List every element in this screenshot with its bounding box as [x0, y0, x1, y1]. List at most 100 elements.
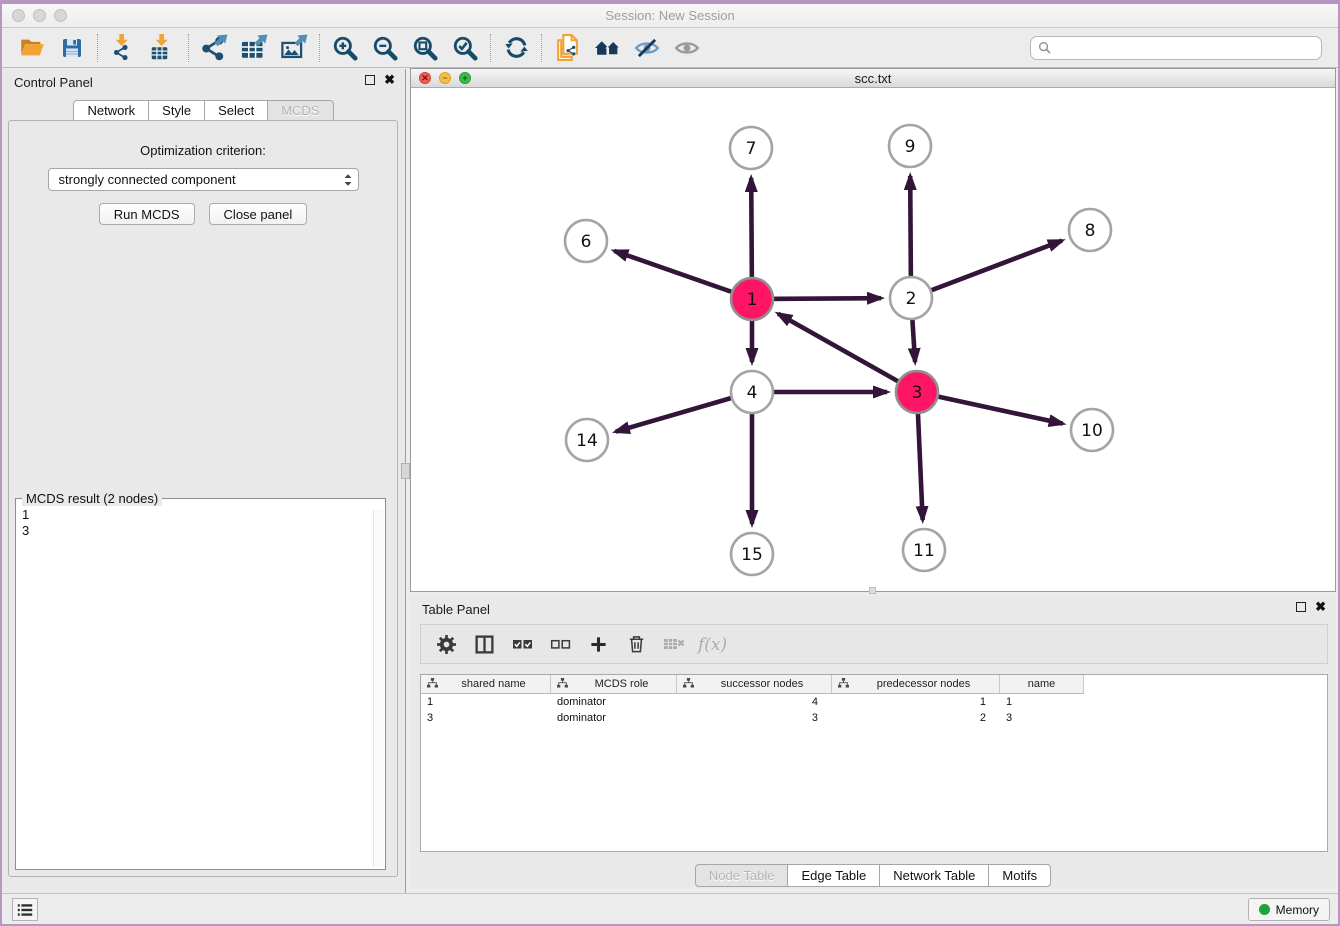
result-scrollbar[interactable] [373, 509, 384, 867]
edge-2-8[interactable] [911, 241, 1062, 298]
tab-node-table[interactable]: Node Table [695, 864, 789, 887]
close-table-panel-icon[interactable]: ✖ [1315, 601, 1326, 613]
table-cell[interactable]: dominator [551, 710, 677, 726]
import-table-icon[interactable] [143, 32, 183, 64]
graph-node-14[interactable]: 14 [566, 419, 608, 461]
result-line: 3 [22, 523, 367, 539]
list-icon [16, 901, 34, 919]
column-header-MCDS-role[interactable]: MCDS role [551, 675, 677, 694]
table-options-icon[interactable] [429, 629, 463, 659]
close-panel-button[interactable]: Close panel [209, 203, 308, 225]
table-cell[interactable]: 1 [1000, 694, 1084, 710]
refresh-view-icon[interactable] [496, 32, 536, 64]
table-panel-title: Table Panel [422, 602, 490, 617]
float-table-panel-icon[interactable] [1296, 602, 1306, 612]
tab-network-table[interactable]: Network Table [879, 864, 989, 887]
table-row[interactable]: 3dominator323 [421, 710, 1327, 726]
column-header-name[interactable]: name [1000, 675, 1084, 694]
criterion-dropdown[interactable]: strongly connected component [48, 168, 359, 191]
tab-mcds[interactable]: MCDS [267, 100, 333, 121]
delete-column-icon[interactable] [619, 629, 653, 659]
mcds-panel: Optimization criterion: strongly connect… [8, 120, 398, 877]
search-field[interactable] [1030, 36, 1322, 60]
toolbar-separator [541, 34, 542, 62]
graph-node-4[interactable]: 4 [731, 371, 773, 413]
export-image-icon[interactable] [274, 32, 314, 64]
mcds-result-text[interactable]: 13 [16, 503, 373, 869]
tab-motifs[interactable]: Motifs [988, 864, 1051, 887]
tab-network[interactable]: Network [73, 100, 149, 121]
canvas-resize-grip[interactable] [869, 587, 876, 594]
select-all-columns-icon[interactable] [505, 629, 539, 659]
zoom-fit-icon[interactable] [405, 32, 445, 64]
dropdown-stepper-icon [343, 172, 353, 194]
save-session-icon[interactable] [52, 32, 92, 64]
import-network-icon[interactable] [103, 32, 143, 64]
panel-divider-grip[interactable] [401, 463, 410, 479]
toolbar-separator [490, 34, 491, 62]
memory-button[interactable]: Memory [1248, 898, 1330, 921]
export-table-icon[interactable] [234, 32, 274, 64]
graph-node-11[interactable]: 11 [903, 529, 945, 571]
column-show-icon[interactable] [467, 629, 501, 659]
column-header-successor-nodes[interactable]: successor nodes [677, 675, 832, 694]
table-row[interactable]: 1dominator411 [421, 694, 1327, 710]
graph-node-1[interactable]: 1 [731, 278, 773, 320]
network-from-selection-icon[interactable] [547, 32, 587, 64]
zoom-selected-icon[interactable] [445, 32, 485, 64]
column-label: MCDS role [573, 678, 670, 690]
svg-text:9: 9 [905, 137, 916, 157]
zoom-in-icon[interactable] [325, 32, 365, 64]
export-network-icon[interactable] [194, 32, 234, 64]
deselect-all-columns-icon[interactable] [543, 629, 577, 659]
search-input[interactable] [1056, 41, 1314, 55]
hide-selected-icon[interactable] [627, 32, 667, 64]
network-graph[interactable]: 7 9 6 8 1 2 4 3 14 10 15 11 [411, 89, 1335, 592]
table-cell[interactable]: dominator [551, 694, 677, 710]
result-line: 1 [22, 507, 367, 523]
graph-node-3[interactable]: 3 [896, 371, 938, 413]
node-table: shared name MCDS role successor nodesprede… [420, 674, 1328, 852]
graph-node-8[interactable]: 8 [1069, 209, 1111, 251]
svg-text:7: 7 [746, 139, 757, 159]
table-cell[interactable]: 4 [677, 694, 832, 710]
edge-3-1[interactable] [778, 314, 917, 392]
column-header-shared-name[interactable]: shared name [421, 675, 551, 694]
memory-status-icon [1259, 904, 1270, 915]
first-neighbors-icon[interactable] [587, 32, 627, 64]
edge-3-10[interactable] [917, 392, 1063, 424]
control-panel-title: Control Panel [14, 75, 93, 90]
svg-text:3: 3 [912, 383, 923, 403]
tab-select[interactable]: Select [204, 100, 268, 121]
graph-node-10[interactable]: 10 [1071, 409, 1113, 451]
close-panel-icon[interactable]: ✖ [384, 74, 395, 86]
table-cell[interactable]: 1 [832, 694, 1000, 710]
tab-style[interactable]: Style [148, 100, 205, 121]
task-history-button[interactable] [12, 898, 38, 921]
column-header-predecessor-nodes[interactable]: predecessor nodes [832, 675, 1000, 694]
column-label: name [1006, 678, 1077, 690]
zoom-out-icon[interactable] [365, 32, 405, 64]
hierarchy-icon [427, 678, 438, 691]
open-file-icon[interactable] [12, 32, 52, 64]
graph-node-9[interactable]: 9 [889, 125, 931, 167]
run-mcds-button[interactable]: Run MCDS [99, 203, 195, 225]
network-canvas[interactable]: 7 9 6 8 1 2 4 3 14 10 15 11 [411, 89, 1335, 591]
table-cell[interactable]: 1 [421, 694, 551, 710]
svg-text:2: 2 [906, 289, 917, 309]
table-panel-tabs: Node TableEdge TableNetwork TableMotifs [410, 864, 1336, 887]
show-all-icon[interactable] [667, 32, 707, 64]
hierarchy-icon [683, 678, 694, 691]
network-window-titlebar[interactable]: ✕ − + scc.txt [411, 69, 1335, 88]
graph-node-7[interactable]: 7 [730, 127, 772, 169]
add-column-icon[interactable] [581, 629, 615, 659]
table-cell[interactable]: 3 [1000, 710, 1084, 726]
float-panel-icon[interactable] [365, 75, 375, 85]
table-cell[interactable]: 2 [832, 710, 1000, 726]
table-cell[interactable]: 3 [677, 710, 832, 726]
graph-node-2[interactable]: 2 [890, 277, 932, 319]
tab-edge-table[interactable]: Edge Table [787, 864, 880, 887]
table-cell[interactable]: 3 [421, 710, 551, 726]
graph-node-15[interactable]: 15 [731, 533, 773, 575]
graph-node-6[interactable]: 6 [565, 220, 607, 262]
